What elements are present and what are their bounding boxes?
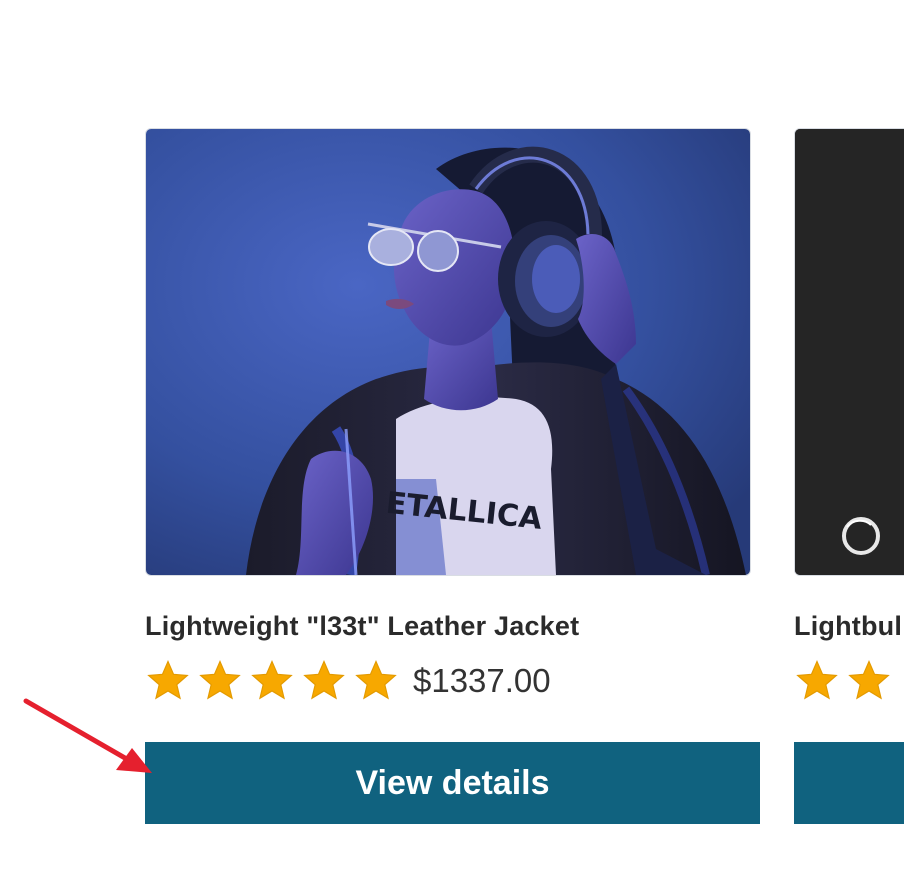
rating-row: $1337.00 bbox=[145, 655, 551, 707]
product-title: Lightbul bbox=[794, 611, 903, 641]
dark-chalkboard-image bbox=[795, 129, 904, 575]
product-image[interactable]: ETALLICA bbox=[145, 128, 751, 576]
star-rating bbox=[145, 658, 399, 704]
star-icon bbox=[848, 660, 890, 700]
woman-with-headphones-image: ETALLICA bbox=[146, 129, 750, 575]
star-icon bbox=[251, 660, 293, 700]
star-icon bbox=[147, 660, 189, 700]
star-rating bbox=[794, 658, 892, 704]
product-card: ETALLICA Lightweight "l33t" Leather Jack… bbox=[145, 128, 760, 824]
view-details-button[interactable] bbox=[794, 742, 904, 824]
rating-row bbox=[794, 655, 892, 707]
product-price: $1337.00 bbox=[413, 662, 551, 699]
star-icon bbox=[355, 660, 397, 700]
product-card: Lightbul bbox=[794, 128, 904, 824]
product-title: Lightweight "l33t" Leather Jacket bbox=[145, 611, 580, 641]
product-image[interactable] bbox=[794, 128, 904, 576]
product-listing-page: ETALLICA Lightweight "l33t" Leather Jack… bbox=[0, 0, 904, 870]
view-details-button[interactable]: View details bbox=[145, 742, 760, 824]
star-icon bbox=[796, 660, 838, 700]
star-icon bbox=[303, 660, 345, 700]
star-icon bbox=[199, 660, 241, 700]
